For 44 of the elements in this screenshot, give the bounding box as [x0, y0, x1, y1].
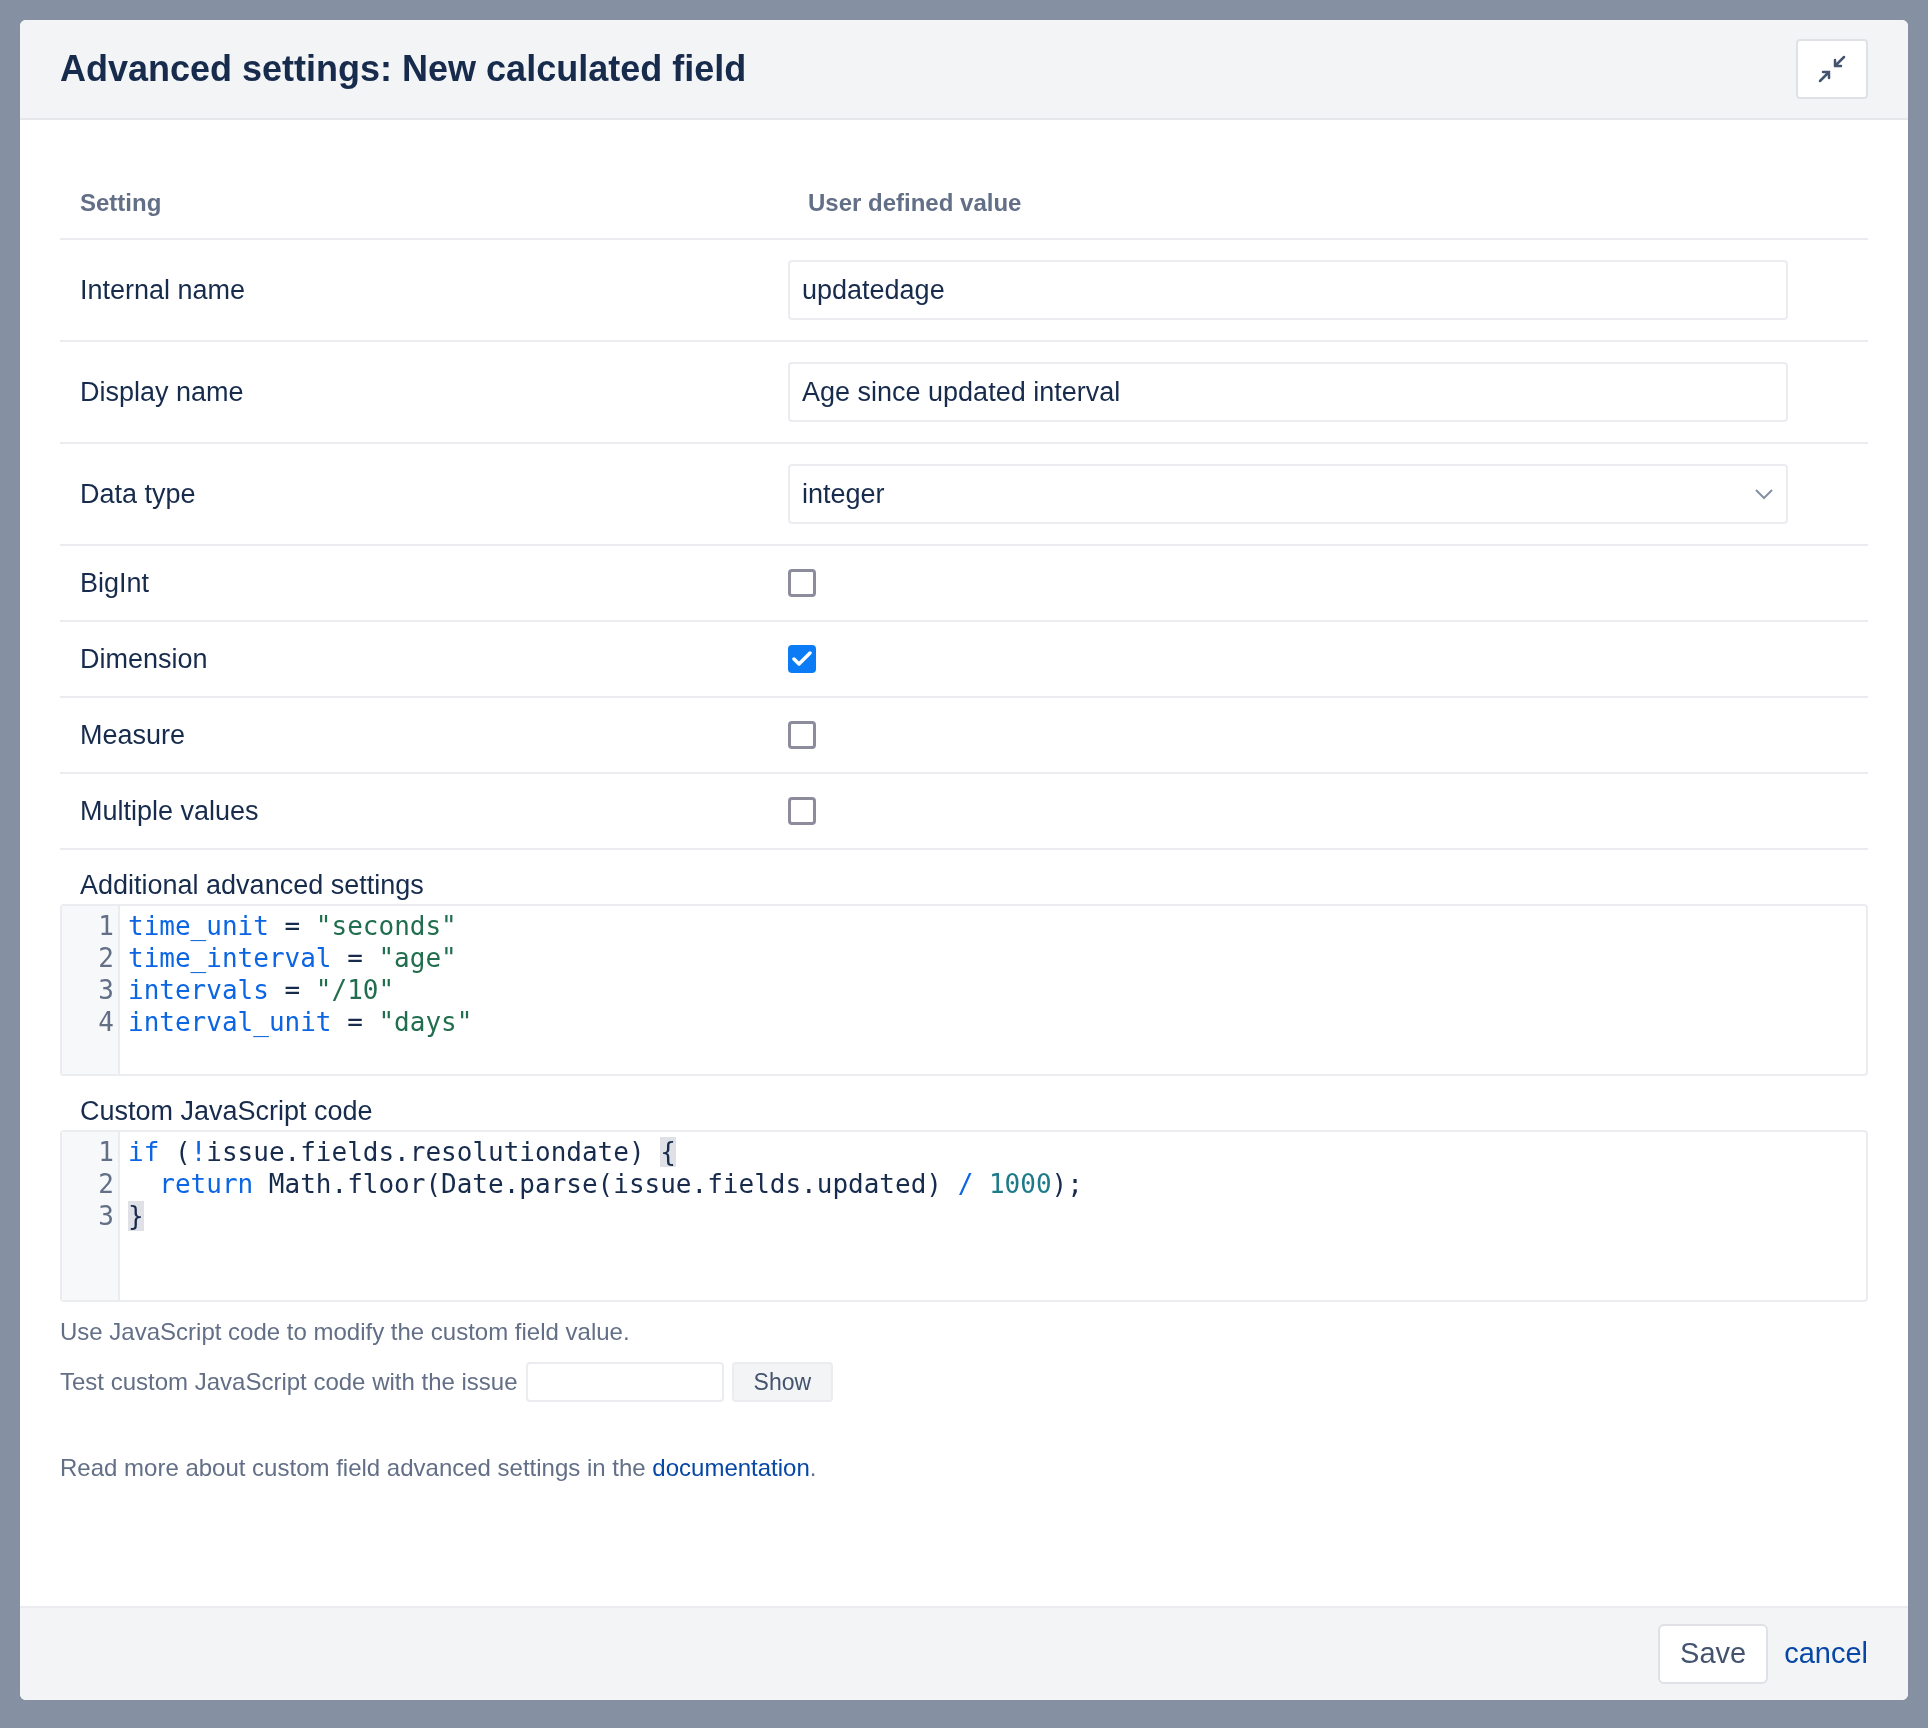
checkbox[interactable] [788, 645, 816, 673]
docs-text: Read more about custom field advanced settings in the documentation. [60, 1453, 818, 1483]
hint-text: Use JavaScript code to modify the custom field value. [60, 1317, 631, 1347]
setting-label: Measure [79, 718, 187, 752]
line-number: 3 [98, 1200, 114, 1232]
documentation-link[interactable]: documentation [652, 1454, 810, 1481]
code-line: intervals = "/10" [128, 974, 396, 1006]
checkbox[interactable] [788, 569, 816, 597]
code-editor[interactable]: 1 2 3 4 time_unit = "seconds" time_interval = "age" intervals = "/10" interval_unit = "days" [60, 904, 1868, 1076]
code-line: interval_unit = "days" [128, 1006, 473, 1038]
show-button[interactable]: Show [731, 1362, 834, 1402]
line-number: 2 [98, 1168, 114, 1200]
line-number: 4 [98, 1006, 114, 1038]
setting-label: Data type [79, 477, 197, 511]
cancel-link[interactable]: cancel [1784, 1632, 1868, 1676]
minimize-icon [1818, 55, 1846, 83]
line-number: 1 [98, 1136, 114, 1168]
code-line: if (!issue.fields.resolutiondate) { [128, 1136, 677, 1168]
editor-label: Additional advanced settings [79, 869, 425, 902]
line-number: 3 [98, 974, 114, 1006]
setting-label: Dimension [79, 642, 209, 676]
setting-label: Internal name [79, 273, 247, 307]
editor-label: Custom JavaScript code [79, 1095, 374, 1128]
line-number: 1 [98, 910, 114, 942]
column-header: User defined value [807, 188, 1022, 218]
code-line: return Math.floor(Date.parse(issue.fields.updated) / 1000); [158, 1168, 1083, 1200]
checkbox[interactable] [788, 797, 816, 825]
test-label: Test custom JavaScript code with the issue [60, 1367, 518, 1397]
line-number: 2 [98, 942, 114, 974]
save-button[interactable]: Save [1658, 1624, 1769, 1684]
chevron-down-icon [1754, 488, 1774, 500]
checkbox[interactable] [788, 721, 816, 749]
setting-label: BigInt [79, 566, 151, 600]
code-line: time_interval = "age" [128, 942, 458, 974]
text-field[interactable]: updatedage [788, 260, 1788, 320]
dialog-title: Advanced settings: New calculated field [60, 47, 747, 91]
setting-label: Display name [79, 375, 245, 409]
code-line: time_unit = "seconds" [128, 910, 458, 942]
code-editor[interactable]: 1 2 3 if (!issue.fields.resolutiondate) { return Math.floor(Date.parse(issue.fields.updated) / 1000); } [60, 1130, 1868, 1302]
collapse-button[interactable] [1796, 39, 1868, 99]
text-field[interactable]: Age since updated interval [788, 362, 1788, 422]
setting-label: Multiple values [79, 794, 260, 828]
column-header: Setting [79, 188, 163, 218]
select-field[interactable]: integer [788, 464, 1788, 524]
